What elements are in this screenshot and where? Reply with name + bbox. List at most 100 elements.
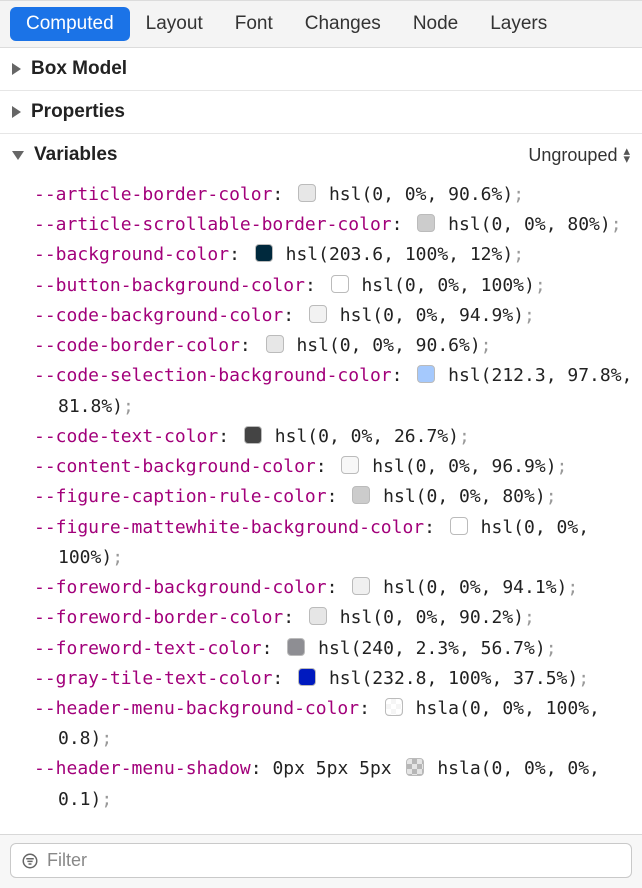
color-swatch[interactable] <box>298 184 316 202</box>
variable-value: hsl(0, 0%, 90.2%) <box>340 607 524 628</box>
filter-input[interactable] <box>47 850 621 871</box>
filter-input-wrap[interactable] <box>10 843 632 878</box>
colon: : <box>283 305 305 326</box>
variable-name: --foreword-text-color <box>34 638 262 659</box>
color-swatch[interactable] <box>385 698 403 716</box>
semicolon: ; <box>481 335 492 356</box>
variable-row[interactable]: --header-menu-shadow: 0px 5px 5px hsla(0… <box>18 754 634 814</box>
variable-name: --article-border-color <box>34 184 272 205</box>
grouping-select[interactable]: Ungrouped ▴▾ <box>528 145 630 166</box>
colon: : <box>229 244 251 265</box>
color-swatch[interactable] <box>406 758 424 776</box>
box-model-header[interactable]: Box Model <box>0 48 642 90</box>
semicolon: ; <box>578 668 589 689</box>
variable-row[interactable]: --header-menu-background-color: hsla(0, … <box>18 694 634 754</box>
variable-row[interactable]: --foreword-border-color: hsl(0, 0%, 90.2… <box>18 603 634 633</box>
color-swatch[interactable] <box>255 244 273 262</box>
semicolon: ; <box>513 244 524 265</box>
variable-row[interactable]: --foreword-text-color: hsl(240, 2.3%, 56… <box>18 634 634 664</box>
variable-name: --background-color <box>34 244 229 265</box>
colon: : <box>305 275 327 296</box>
variable-row[interactable]: --article-scrollable-border-color: hsl(0… <box>18 210 634 240</box>
color-swatch[interactable] <box>309 607 327 625</box>
semicolon: ; <box>567 577 578 598</box>
tab-node[interactable]: Node <box>397 7 474 41</box>
colon: : <box>272 184 294 205</box>
variable-row[interactable]: --code-border-color: hsl(0, 0%, 90.6%); <box>18 331 634 361</box>
variable-row[interactable]: --background-color: hsl(203.6, 100%, 12%… <box>18 240 634 270</box>
variable-row[interactable]: --code-background-color: hsl(0, 0%, 94.9… <box>18 301 634 331</box>
semicolon: ; <box>557 456 568 477</box>
tab-changes[interactable]: Changes <box>289 7 397 41</box>
section-box-model: Box Model <box>0 48 642 91</box>
variable-row[interactable]: --article-border-color: hsl(0, 0%, 90.6%… <box>18 180 634 210</box>
semicolon: ; <box>546 486 557 507</box>
color-swatch[interactable] <box>244 426 262 444</box>
tab-layers[interactable]: Layers <box>474 7 563 41</box>
disclosure-triangle-icon <box>12 106 21 118</box>
colon: : <box>272 668 294 689</box>
variable-row[interactable]: --code-selection-background-color: hsl(2… <box>18 361 634 421</box>
section-title: Box Model <box>31 58 127 80</box>
variables-header[interactable]: Variables Ungrouped ▴▾ <box>0 134 642 176</box>
section-title: Variables <box>34 144 117 166</box>
colon: : <box>251 758 273 779</box>
colon: : <box>218 426 240 447</box>
semicolon: ; <box>123 396 134 417</box>
filter-bar <box>0 834 642 888</box>
variable-value: hsl(0, 0%, 26.7%) <box>275 426 459 447</box>
variable-name: --header-menu-background-color <box>34 698 359 719</box>
variable-row[interactable]: --content-background-color: hsl(0, 0%, 9… <box>18 452 634 482</box>
colon: : <box>262 638 284 659</box>
variable-name: --figure-caption-rule-color <box>34 486 327 507</box>
semicolon: ; <box>112 547 123 568</box>
colon: : <box>283 607 305 628</box>
color-swatch[interactable] <box>352 486 370 504</box>
variable-name: --foreword-border-color <box>34 607 283 628</box>
tab-font[interactable]: Font <box>219 7 289 41</box>
section-variables: Variables Ungrouped ▴▾ --article-border-… <box>0 134 642 834</box>
variable-value: hsl(203.6, 100%, 12%) <box>286 244 514 265</box>
variable-row[interactable]: --button-background-color: hsl(0, 0%, 10… <box>18 271 634 301</box>
section-properties: Properties <box>0 91 642 134</box>
filter-icon <box>21 852 39 870</box>
variable-value: hsl(0, 0%, 90.6%) <box>296 335 480 356</box>
color-swatch[interactable] <box>450 517 468 535</box>
variable-name: --code-selection-background-color <box>34 365 392 386</box>
color-swatch[interactable] <box>309 305 327 323</box>
variable-name: --foreword-background-color <box>34 577 327 598</box>
semicolon: ; <box>459 426 470 447</box>
colon: : <box>240 335 262 356</box>
colon: : <box>392 214 414 235</box>
color-swatch[interactable] <box>331 275 349 293</box>
variable-name: --figure-mattewhite-background-color <box>34 517 424 538</box>
properties-header[interactable]: Properties <box>0 91 642 133</box>
variable-name: --code-background-color <box>34 305 283 326</box>
variable-name: --gray-tile-text-color <box>34 668 272 689</box>
variable-row[interactable]: --code-text-color: hsl(0, 0%, 26.7%); <box>18 422 634 452</box>
variable-row[interactable]: --figure-caption-rule-color: hsl(0, 0%, … <box>18 482 634 512</box>
section-title: Properties <box>31 101 125 123</box>
variable-value: hsl(0, 0%, 90.6%) <box>329 184 513 205</box>
disclosure-triangle-icon <box>12 63 21 75</box>
color-swatch[interactable] <box>341 456 359 474</box>
color-swatch[interactable] <box>417 214 435 232</box>
variable-row[interactable]: --foreword-background-color: hsl(0, 0%, … <box>18 573 634 603</box>
tab-layout[interactable]: Layout <box>130 7 219 41</box>
colon: : <box>316 456 338 477</box>
tab-computed[interactable]: Computed <box>10 7 130 41</box>
variable-row[interactable]: --figure-mattewhite-background-color: hs… <box>18 513 634 573</box>
variable-name: --button-background-color <box>34 275 305 296</box>
color-swatch[interactable] <box>352 577 370 595</box>
semicolon: ; <box>101 789 112 810</box>
variable-row[interactable]: --gray-tile-text-color: hsl(232.8, 100%,… <box>18 664 634 694</box>
semicolon: ; <box>101 728 112 749</box>
grouping-label: Ungrouped <box>528 145 617 166</box>
color-swatch[interactable] <box>266 335 284 353</box>
disclosure-triangle-icon <box>12 151 24 160</box>
color-swatch[interactable] <box>417 365 435 383</box>
colon: : <box>359 698 381 719</box>
color-swatch[interactable] <box>298 668 316 686</box>
chevron-up-down-icon: ▴▾ <box>623 147 630 163</box>
color-swatch[interactable] <box>287 638 305 656</box>
